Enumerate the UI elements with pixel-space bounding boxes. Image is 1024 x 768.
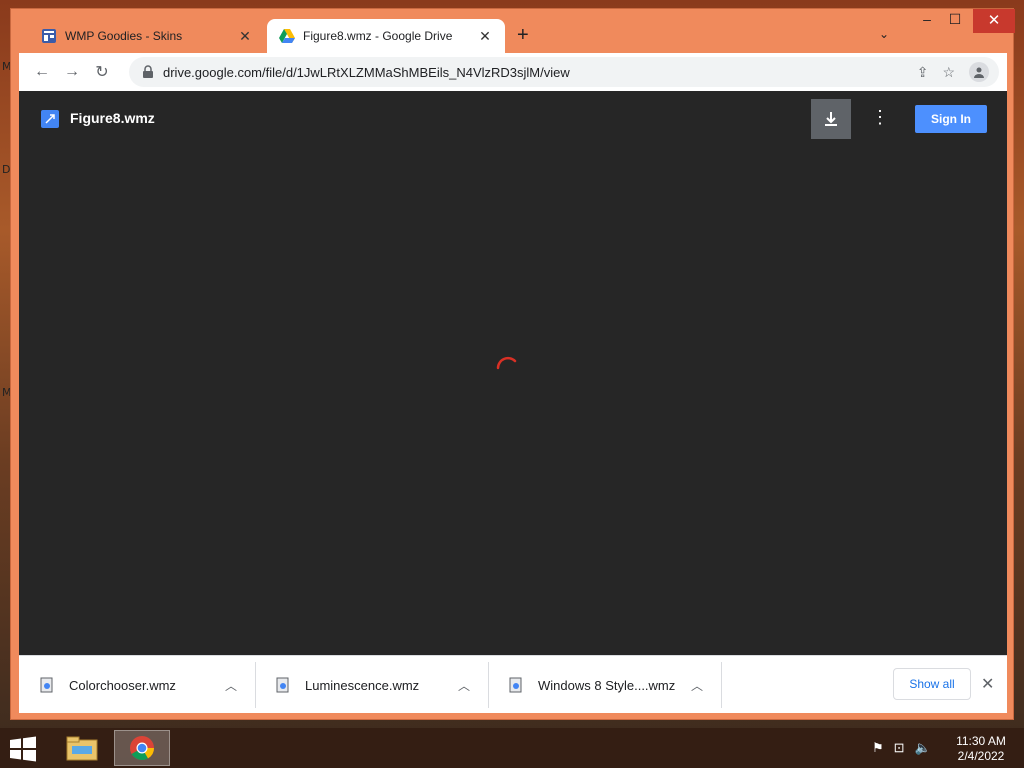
window-close-icon[interactable]: ✕ bbox=[973, 9, 1015, 33]
tab-google-drive[interactable]: Figure8.wmz - Google Drive ✕ bbox=[267, 19, 505, 53]
tab-search-icon[interactable]: ⌄ bbox=[879, 27, 889, 41]
lock-icon bbox=[143, 65, 153, 78]
download-button[interactable] bbox=[811, 99, 851, 139]
windows-start-icon[interactable] bbox=[8, 736, 38, 762]
chevron-up-icon[interactable]: ︿ bbox=[225, 677, 237, 694]
sign-in-button[interactable]: Sign In bbox=[915, 105, 987, 133]
maximize-icon[interactable]: ☐ bbox=[941, 11, 969, 28]
more-options-icon[interactable]: ⋮ bbox=[871, 107, 889, 128]
address-bar[interactable]: drive.google.com/file/d/1JwLRtXLZMMaShMB… bbox=[129, 57, 999, 87]
wmz-file-icon bbox=[509, 677, 522, 693]
close-shelf-icon[interactable]: ✕ bbox=[981, 674, 994, 694]
download-item[interactable]: Colorchooser.wmz ︿ bbox=[19, 656, 255, 714]
bookmark-star-icon[interactable]: ☆ bbox=[942, 64, 955, 81]
wmz-file-icon bbox=[40, 677, 53, 693]
forward-icon[interactable]: → bbox=[57, 63, 87, 81]
share-icon[interactable]: ⇪ bbox=[917, 64, 929, 81]
tab-wmp-goodies[interactable]: WMP Goodies - Skins ✕ bbox=[29, 19, 265, 53]
file-type-icon bbox=[41, 110, 59, 128]
loading-spinner-icon bbox=[496, 356, 517, 370]
chevron-up-icon[interactable]: ︿ bbox=[458, 677, 470, 694]
download-icon bbox=[825, 112, 837, 126]
chevron-up-icon[interactable]: ︿ bbox=[691, 677, 703, 694]
new-tab-button[interactable]: + bbox=[517, 25, 529, 45]
download-shelf: Colorchooser.wmz ︿ Luminescence.wmz ︿ Wi… bbox=[19, 655, 1007, 713]
close-tab-icon[interactable]: ✕ bbox=[237, 28, 253, 45]
download-filename: Windows 8 Style....wmz bbox=[538, 677, 676, 693]
chrome-window: WMP Goodies - Skins ✕ Figure8.wmz - Goog… bbox=[10, 8, 1015, 720]
reload-icon[interactable]: ↻ bbox=[87, 62, 117, 82]
browser-toolbar: ← → ↻ drive.google.com/file/d/1JwLRtXLZM… bbox=[19, 53, 1007, 91]
divider bbox=[721, 662, 722, 708]
clock[interactable]: 11:30 AM 2/4/2022 bbox=[946, 734, 1016, 764]
taskbar: ⚑ ⊡ 🔈 11:30 AM 2/4/2022 bbox=[0, 728, 1024, 768]
wmz-file-icon bbox=[276, 677, 289, 693]
clock-date: 2/4/2022 bbox=[957, 749, 1005, 763]
google-drive-icon bbox=[279, 28, 295, 44]
system-tray: ⚑ ⊡ 🔈 bbox=[872, 740, 931, 756]
download-filename: Colorchooser.wmz bbox=[69, 677, 176, 693]
site-favicon-icon bbox=[41, 28, 57, 44]
viewer-header: Figure8.wmz ⋮ Sign In bbox=[19, 91, 1007, 147]
clock-time: 11:30 AM bbox=[956, 734, 1006, 748]
tab-title: Figure8.wmz - Google Drive bbox=[303, 29, 453, 43]
download-item[interactable]: Windows 8 Style....wmz ︿ bbox=[488, 656, 721, 714]
drive-file-viewer: Figure8.wmz ⋮ Sign In bbox=[19, 91, 1007, 655]
close-tab-icon[interactable]: ✕ bbox=[477, 28, 493, 45]
tab-strip: WMP Goodies - Skins ✕ Figure8.wmz - Goog… bbox=[11, 9, 1015, 53]
network-icon[interactable]: ⊡ bbox=[894, 740, 905, 756]
profile-avatar-icon[interactable] bbox=[969, 62, 989, 82]
download-filename: Luminescence.wmz bbox=[305, 677, 420, 693]
url-text: drive.google.com/file/d/1JwLRtXLZMMaShMB… bbox=[163, 64, 570, 80]
back-icon[interactable]: ← bbox=[27, 63, 57, 81]
volume-icon[interactable]: 🔈 bbox=[915, 740, 931, 756]
show-all-downloads-button[interactable]: Show all bbox=[893, 668, 971, 700]
download-item[interactable]: Luminescence.wmz ︿ bbox=[255, 656, 488, 714]
action-center-flag-icon[interactable]: ⚑ bbox=[872, 740, 884, 756]
minimize-icon[interactable]: – bbox=[913, 11, 941, 27]
file-explorer-icon[interactable] bbox=[54, 730, 110, 766]
chrome-icon[interactable] bbox=[114, 730, 170, 766]
file-name-title: Figure8.wmz bbox=[70, 110, 155, 126]
tab-title: WMP Goodies - Skins bbox=[65, 29, 183, 43]
